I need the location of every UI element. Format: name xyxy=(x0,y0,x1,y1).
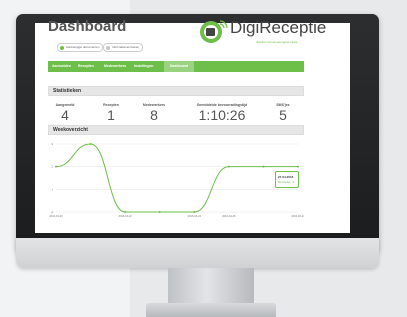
nav-item-instellingen[interactable]: Instellingen xyxy=(134,61,153,72)
stat-aangemeld: Aangemeld 4 xyxy=(52,103,78,122)
tooltip-value: Recepten: 2 xyxy=(278,179,295,184)
stat-value: 4 xyxy=(61,107,69,123)
stat-medewerkers: Medewerkers 8 xyxy=(134,103,174,122)
x-tick-label: 2016-04-22 xyxy=(119,214,133,218)
monitor-stand-foot xyxy=(146,303,276,317)
brand-tagline: digitale fotovervoeringscentrale xyxy=(256,40,298,44)
monitor-stand-neck xyxy=(168,268,254,308)
brand-name: DigiReceptie xyxy=(230,18,327,37)
monitor-chin xyxy=(16,238,379,268)
data-point xyxy=(227,165,230,168)
data-point xyxy=(89,143,92,145)
data-point xyxy=(262,165,265,168)
stat-value: 8 xyxy=(150,107,158,123)
stat-value: 5 xyxy=(279,107,287,123)
series-line xyxy=(55,143,298,213)
statistics-header: Statistieken xyxy=(48,86,304,96)
nav-item-aanmelden[interactable]: Aanmelden xyxy=(52,61,71,72)
y-tick-label: 1 xyxy=(51,187,53,191)
data-point xyxy=(297,165,299,168)
status-dot-icon xyxy=(60,45,64,50)
y-tick-label: 0 xyxy=(51,210,53,214)
weekly-overview-header: Weekoverzicht xyxy=(48,125,304,135)
data-point xyxy=(124,211,127,213)
y-tick-label: 2 xyxy=(51,165,53,169)
stat-value: 1:10:26 xyxy=(198,107,246,123)
status-dot-icon xyxy=(106,45,110,50)
stat-value: 1 xyxy=(107,107,115,123)
stat-recepten: Recepten 1 xyxy=(98,103,124,122)
data-point xyxy=(193,211,196,213)
chart-tooltip: 27-04-2016 Recepten: 2 xyxy=(275,171,299,188)
x-tick-label: 2016-04-25 xyxy=(222,214,236,218)
chip-information-label: Informatieverzoeken xyxy=(112,45,140,49)
main-navigation: Aanmelden Recepten Medewerkers Instellin… xyxy=(48,61,304,72)
chip-documents[interactable]: Aanhangige documenten xyxy=(57,43,104,52)
weekly-chart: 0 1 2 3 2016-04-20 2016-04-22 2016-04-24 2016-0… xyxy=(49,142,304,218)
stat-sms: SMS'jes 5 xyxy=(268,103,298,122)
data-point xyxy=(158,211,161,213)
nav-item-dashboard[interactable]: Dashboard xyxy=(164,61,195,72)
nav-item-medewerkers[interactable]: Medewerkers xyxy=(104,61,126,72)
stat-bevoorradingstijd: Gemiddelde bevoorradingstijd 1:10:26 xyxy=(186,103,258,122)
digireceptie-logo-icon xyxy=(200,20,228,43)
chip-documents-label: Aanhangige documenten xyxy=(66,45,100,49)
x-tick-label: 2016-04-20 xyxy=(49,214,63,218)
y-tick-label: 3 xyxy=(51,142,53,146)
page-title: Dashboard xyxy=(48,18,127,35)
data-point xyxy=(55,165,57,168)
tooltip-date: 27-04-2016 xyxy=(278,175,294,179)
x-tick-label: 2016-04-24 xyxy=(188,214,202,218)
chip-information[interactable]: Informatieverzoeken xyxy=(103,43,144,52)
x-tick-label: 2016-04-27 xyxy=(291,214,304,218)
nav-item-recepten[interactable]: Recepten xyxy=(78,61,94,72)
